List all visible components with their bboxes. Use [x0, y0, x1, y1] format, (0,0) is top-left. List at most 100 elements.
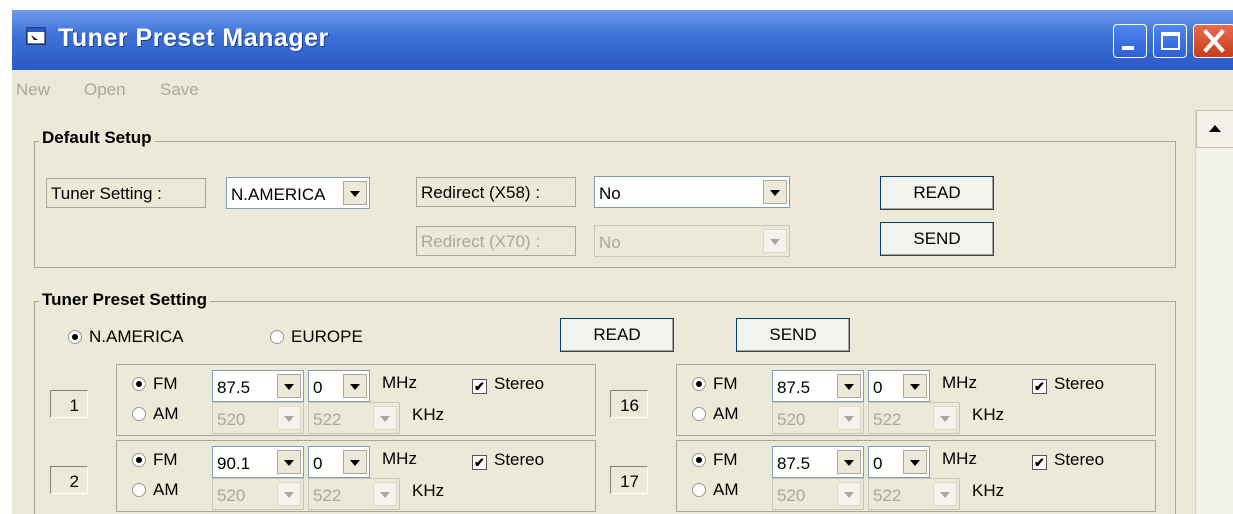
- checkmark-icon: ✔: [1032, 455, 1047, 470]
- preset-number: 16: [610, 390, 648, 418]
- radio-icon: [132, 483, 146, 497]
- am-radio[interactable]: AM: [132, 480, 179, 500]
- preset-read-button[interactable]: READ: [560, 318, 674, 352]
- am-sub-select: 522: [308, 478, 400, 510]
- chevron-down-icon: [763, 229, 787, 253]
- am-frequency-select: 520: [772, 478, 864, 510]
- main-window: Tuner Preset Manager New Open Save Defau…: [12, 10, 1233, 514]
- am-frequency-value: 520: [777, 410, 806, 429]
- preset-number: 2: [50, 466, 88, 494]
- fm-label: FM: [713, 374, 738, 393]
- am-label: AM: [713, 404, 739, 423]
- chevron-down-icon[interactable]: [343, 374, 367, 398]
- fm-sub-select[interactable]: 0: [308, 446, 370, 478]
- fm-frequency-select[interactable]: 87.5: [212, 370, 304, 402]
- chevron-down-icon[interactable]: [277, 374, 301, 398]
- am-radio[interactable]: AM: [132, 404, 179, 424]
- fm-radio[interactable]: FM: [132, 450, 178, 470]
- default-send-button[interactable]: SEND: [880, 222, 994, 256]
- stereo-checkbox[interactable]: ✔ Stereo: [1032, 450, 1104, 470]
- radio-selected-icon: [132, 453, 146, 467]
- redirect-x58-value: No: [599, 184, 621, 203]
- menu-open[interactable]: Open: [84, 80, 126, 100]
- fm-label: FM: [153, 450, 178, 469]
- chevron-down-icon[interactable]: [343, 450, 367, 474]
- fm-frequency-select[interactable]: 87.5: [772, 446, 864, 478]
- maximize-button[interactable]: [1153, 24, 1187, 58]
- chevron-down-icon[interactable]: [277, 450, 301, 474]
- am-label: AM: [153, 404, 179, 423]
- vertical-scrollbar[interactable]: [1195, 110, 1233, 514]
- stereo-checkbox[interactable]: ✔ Stereo: [472, 374, 544, 394]
- redirect-x70-value: No: [599, 233, 621, 252]
- chevron-down-icon: [277, 406, 301, 430]
- chevron-down-icon: [373, 482, 397, 506]
- title-bar[interactable]: Tuner Preset Manager: [12, 10, 1233, 70]
- close-icon: [1203, 29, 1225, 53]
- fm-frequency-select[interactable]: 90.1: [212, 446, 304, 478]
- menu-save[interactable]: Save: [160, 80, 199, 100]
- radio-selected-icon: [692, 377, 706, 391]
- redirect-x70-label: Redirect (X70) :: [416, 226, 576, 256]
- am-frequency-value: 520: [217, 486, 246, 505]
- chevron-down-icon[interactable]: [343, 181, 367, 205]
- radio-selected-icon: [692, 453, 706, 467]
- chevron-down-icon[interactable]: [837, 450, 861, 474]
- fm-frequency-value: 87.5: [777, 378, 811, 397]
- fm-frequency-select[interactable]: 87.5: [772, 370, 864, 402]
- close-button[interactable]: [1193, 24, 1233, 58]
- redirect-x58-select[interactable]: No: [594, 176, 790, 208]
- preset-number: 1: [50, 390, 88, 418]
- chevron-down-icon[interactable]: [903, 450, 927, 474]
- fm-frequency-value: 87.5: [217, 378, 251, 397]
- mhz-label: MHz: [942, 449, 977, 468]
- fm-radio[interactable]: FM: [692, 450, 738, 470]
- fm-label: FM: [713, 450, 738, 469]
- default-read-button[interactable]: READ: [880, 176, 994, 210]
- chevron-down-icon[interactable]: [837, 374, 861, 398]
- default-setup-legend: Default Setup: [39, 128, 155, 148]
- region-na-label: N.AMERICA: [89, 327, 184, 346]
- redirect-x58-label: Redirect (X58) :: [416, 177, 576, 207]
- am-frequency-select: 520: [212, 402, 304, 434]
- checkmark-icon: ✔: [1032, 379, 1047, 394]
- preset-send-button[interactable]: SEND: [736, 318, 850, 352]
- tuner-setting-label: Tuner Setting :: [46, 178, 206, 208]
- app-icon: [26, 27, 46, 45]
- chevron-down-icon[interactable]: [763, 180, 787, 204]
- am-sub-select: 522: [868, 478, 960, 510]
- am-radio[interactable]: AM: [692, 404, 739, 424]
- am-label: AM: [713, 480, 739, 499]
- fm-sub-select[interactable]: 0: [868, 446, 930, 478]
- fm-sub-select[interactable]: 0: [868, 370, 930, 402]
- menu-new[interactable]: New: [16, 80, 50, 100]
- region-eu-radio[interactable]: EUROPE: [270, 327, 363, 347]
- am-sub-value: 522: [313, 410, 342, 429]
- fm-sub-select[interactable]: 0: [308, 370, 370, 402]
- stereo-checkbox[interactable]: ✔ Stereo: [1032, 374, 1104, 394]
- chevron-down-icon[interactable]: [903, 374, 927, 398]
- chevron-down-icon: [373, 406, 397, 430]
- fm-radio[interactable]: FM: [132, 374, 178, 394]
- khz-label: KHz: [412, 481, 445, 500]
- stereo-label: Stereo: [1054, 374, 1105, 393]
- radio-icon: [270, 330, 284, 344]
- khz-label: KHz: [972, 405, 1005, 424]
- fm-sub-value: 0: [313, 378, 323, 397]
- tuner-setting-select[interactable]: N.AMERICA: [226, 177, 370, 209]
- fm-radio[interactable]: FM: [692, 374, 738, 394]
- fm-frequency-value: 90.1: [217, 454, 251, 473]
- chevron-down-icon: [837, 406, 861, 430]
- am-frequency-select: 520: [772, 402, 864, 434]
- stereo-label: Stereo: [494, 374, 545, 393]
- chevron-down-icon: [837, 482, 861, 506]
- am-radio[interactable]: AM: [692, 480, 739, 500]
- khz-label: KHz: [972, 481, 1005, 500]
- checkmark-icon: ✔: [472, 455, 487, 470]
- region-na-radio[interactable]: N.AMERICA: [68, 327, 183, 347]
- minimize-button[interactable]: [1113, 24, 1147, 58]
- maximize-icon: [1161, 32, 1180, 50]
- radio-selected-icon: [132, 377, 146, 391]
- scroll-up-icon[interactable]: [1196, 110, 1233, 148]
- stereo-checkbox[interactable]: ✔ Stereo: [472, 450, 544, 470]
